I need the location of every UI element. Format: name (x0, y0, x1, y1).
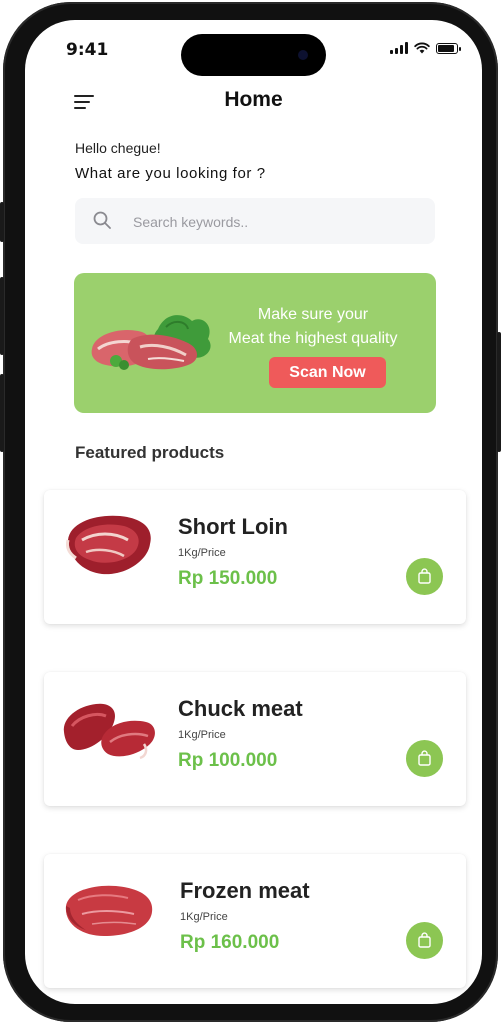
greeting-text: Hello chegue! (75, 140, 161, 156)
product-name: Frozen meat (180, 878, 310, 903)
meat-illustration (91, 315, 211, 370)
status-icons (390, 42, 461, 54)
banner-headline: Make sure your Meat the highest quality (198, 303, 428, 351)
power-button (497, 332, 501, 452)
app-screen: 9:41 Home Hello chegue! What are you loo… (25, 20, 482, 1004)
search-input[interactable] (131, 208, 425, 236)
scan-now-button[interactable]: Scan Now (269, 357, 386, 388)
wifi-icon (414, 42, 430, 54)
volume-up-button (0, 277, 4, 355)
shopping-bag-icon (418, 568, 431, 584)
frozen-meat-image (65, 885, 153, 936)
chuck-meat-image (63, 703, 155, 760)
dynamic-island (181, 34, 326, 76)
add-to-cart-button[interactable] (406, 922, 443, 959)
phone-frame: 9:41 Home Hello chegue! What are you loo… (0, 2, 501, 1022)
banner-line-2: Meat the highest quality (228, 330, 398, 347)
banner-line-1: Make sure your (257, 306, 369, 323)
shopping-bag-icon (418, 932, 431, 948)
short-loin-image (66, 515, 151, 575)
featured-products-title: Featured products (75, 443, 225, 462)
product-price: Rp 100.000 (178, 750, 278, 771)
battery-icon (436, 42, 461, 54)
product-name: Chuck meat (178, 696, 303, 721)
product-card[interactable]: Frozen meat 1Kg/Price Rp 160.000 (44, 854, 466, 988)
product-unit: 1Kg/Price (178, 547, 226, 559)
product-price: Rp 150.000 (178, 568, 278, 589)
status-time: 9:41 (66, 40, 109, 60)
search-icon (93, 211, 111, 229)
search-bar[interactable] (75, 198, 435, 244)
product-unit: 1Kg/Price (180, 911, 228, 923)
add-to-cart-button[interactable] (406, 558, 443, 595)
product-card[interactable]: Short Loin 1Kg/Price Rp 150.000 (44, 490, 466, 624)
signal-icon (390, 42, 408, 54)
question-text: What are you looking for ? (75, 165, 266, 182)
camera-icon (298, 50, 308, 60)
add-to-cart-button[interactable] (406, 740, 443, 777)
product-price: Rp 160.000 (180, 932, 280, 953)
page-title: Home (224, 88, 283, 111)
shopping-bag-icon (418, 750, 431, 766)
promo-banner: Make sure your Meat the highest quality … (74, 273, 436, 413)
mute-switch (0, 202, 4, 242)
product-name: Short Loin (178, 514, 288, 539)
product-card[interactable]: Chuck meat 1Kg/Price Rp 100.000 (44, 672, 466, 806)
volume-down-button (0, 374, 4, 452)
product-unit: 1Kg/Price (178, 729, 226, 741)
